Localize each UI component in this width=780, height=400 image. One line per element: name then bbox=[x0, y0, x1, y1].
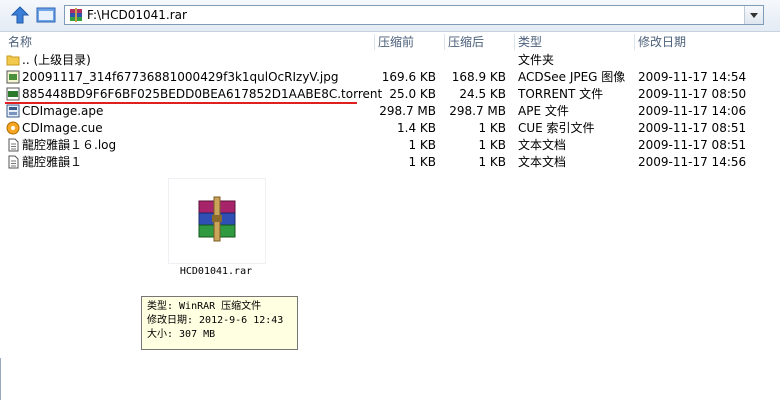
file-modified: 2009-11-17 14:54 bbox=[638, 70, 747, 84]
file-packed-size bbox=[378, 52, 436, 69]
column-modified[interactable]: 修改日期 bbox=[634, 34, 774, 50]
list-item[interactable]: .. (上级目录) 文件夹 bbox=[0, 52, 780, 69]
up-folder-button[interactable] bbox=[9, 5, 31, 25]
list-item[interactable]: 20091117_314f67736881000429f3k1qulOcRIzy… bbox=[0, 69, 780, 86]
file-type: APE 文件 bbox=[518, 104, 569, 118]
file-type: 文本文档 bbox=[518, 155, 567, 169]
torrent-file-icon bbox=[6, 87, 20, 101]
file-modified: 2009-11-17 08:51 bbox=[638, 121, 747, 135]
jpeg-file-icon bbox=[6, 70, 20, 84]
file-name: 龍腔雅韻１６.log bbox=[22, 138, 117, 152]
folder-icon bbox=[6, 55, 20, 66]
view-mode-button[interactable] bbox=[35, 5, 57, 25]
file-packed-size: 25.0 KB bbox=[389, 87, 436, 101]
ape-file-icon bbox=[6, 104, 20, 118]
file-size: 1 KB bbox=[478, 155, 506, 169]
list-item[interactable]: 龍腔雅韻１６.log 1 KB 1 KB 文本文档 2009-11-17 08:… bbox=[0, 137, 780, 154]
file-packed-size: 1.4 KB bbox=[397, 121, 436, 135]
list-item[interactable]: CDImage.ape 298.7 MB 298.7 MB APE 文件 200… bbox=[0, 103, 780, 120]
file-name: 20091117_314f67736881000429f3k1qulOcRIzy… bbox=[22, 70, 339, 84]
file-type: TORRENT 文件 bbox=[518, 87, 604, 101]
window-edge bbox=[0, 358, 1, 400]
file-packed-size: 1 KB bbox=[408, 155, 436, 169]
file-name: 885448BD9F6F6BF025BEDD0BEA617852D1AABE8C… bbox=[22, 87, 383, 101]
up-arrow-icon bbox=[10, 6, 30, 24]
file-info-tooltip: 类型: WinRAR 压缩文件 修改日期: 2012-9-6 12:43 大小:… bbox=[141, 296, 298, 350]
file-name: 龍腔雅韻１ bbox=[22, 155, 83, 169]
text-file-icon bbox=[8, 155, 19, 169]
file-size: 1 KB bbox=[478, 138, 506, 152]
tooltip-type: 类型: WinRAR 压缩文件 bbox=[147, 301, 262, 312]
column-size[interactable]: 压缩后 bbox=[444, 34, 514, 50]
list-item[interactable]: CDImage.cue 1.4 KB 1 KB CUE 索引文件 2009-11… bbox=[0, 120, 780, 137]
column-packed[interactable]: 压缩前 bbox=[374, 34, 444, 50]
file-type: 文本文档 bbox=[518, 138, 567, 152]
address-bar[interactable]: F:\HCD01041.rar bbox=[64, 5, 764, 25]
file-packed-size: 1 KB bbox=[408, 138, 436, 152]
file-name: CDImage.cue bbox=[22, 121, 103, 135]
preview-filename: HCD01041.rar bbox=[179, 266, 253, 277]
file-size: 1 KB bbox=[478, 121, 506, 135]
file-size: 298.7 MB bbox=[449, 104, 506, 118]
address-dropdown-button[interactable] bbox=[744, 6, 763, 24]
file-modified: 2009-11-17 14:56 bbox=[638, 155, 747, 169]
winrar-archive-icon bbox=[198, 196, 236, 242]
column-name[interactable]: 名称 bbox=[4, 34, 374, 50]
file-modified: 2009-11-17 14:06 bbox=[638, 104, 747, 118]
file-size: 168.9 KB bbox=[451, 70, 506, 84]
cue-file-icon bbox=[6, 121, 20, 135]
text-file-icon bbox=[8, 138, 19, 152]
column-type[interactable]: 类型 bbox=[514, 34, 634, 50]
toolbar: F:\HCD01041.rar bbox=[0, 0, 780, 32]
address-path: F:\HCD01041.rar bbox=[87, 8, 187, 22]
file-packed-size: 298.7 MB bbox=[379, 104, 436, 118]
winrar-archive-icon bbox=[70, 8, 82, 22]
file-modified: 2009-11-17 08:51 bbox=[638, 138, 747, 152]
column-header: 名称 压缩前 压缩后 类型 修改日期 bbox=[0, 32, 780, 52]
file-name: .. (上级目录) bbox=[22, 53, 91, 67]
file-name: CDImage.ape bbox=[22, 104, 104, 118]
list-item[interactable]: 龍腔雅韻１ 1 KB 1 KB 文本文档 2009-11-17 14:56 bbox=[0, 154, 780, 171]
file-size bbox=[448, 52, 506, 69]
highlight-underline bbox=[5, 102, 357, 104]
file-type: ACDSee JPEG 图像 bbox=[518, 70, 626, 84]
archive-preview-thumbnail[interactable] bbox=[168, 178, 266, 264]
file-type: 文件夹 bbox=[518, 53, 555, 67]
file-size: 24.5 KB bbox=[459, 87, 506, 101]
list-item[interactable]: 885448BD9F6F6BF025BEDD0BEA617852D1AABE8C… bbox=[0, 86, 780, 103]
file-modified: 2009-11-17 08:50 bbox=[638, 87, 747, 101]
file-type: CUE 索引文件 bbox=[518, 121, 595, 135]
window-view-icon bbox=[36, 7, 56, 23]
tooltip-size: 大小: 307 MB bbox=[147, 329, 216, 340]
tooltip-modified: 修改日期: 2012-9-6 12:43 bbox=[147, 315, 284, 326]
file-packed-size: 169.6 KB bbox=[381, 70, 436, 84]
